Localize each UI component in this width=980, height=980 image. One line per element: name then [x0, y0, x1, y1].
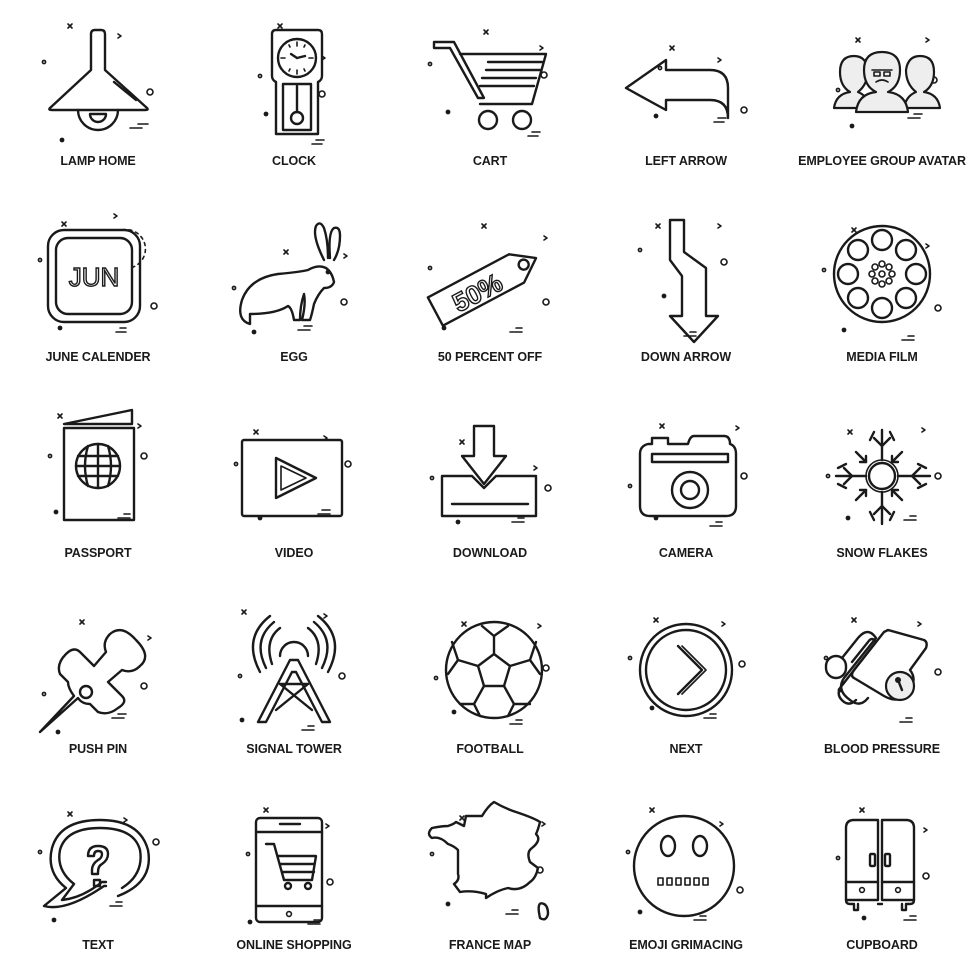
- icon-label: FRANCE MAP: [448, 938, 532, 952]
- passport-icon: [47, 408, 148, 522]
- blood-pressure-icon: [823, 617, 942, 723]
- icon-label: ONLINE SHOPPING: [236, 938, 352, 952]
- icon-cell-video: VIDEO: [196, 392, 392, 588]
- icon-cell-down-arrow: DOWN ARROW: [588, 196, 784, 392]
- icon-label: NEXT: [669, 742, 703, 756]
- icon-label: EMPLOYEE GROUP AVATAR: [798, 154, 966, 168]
- icon-cell-lamp-home: LAMP HOME: [0, 0, 196, 196]
- icon-label: PASSPORT: [64, 546, 132, 560]
- grimacing-face-icon: [625, 807, 744, 921]
- icon-cell-egg: EGG: [196, 196, 392, 392]
- icon-label: DOWNLOAD: [452, 546, 528, 560]
- icon-label: 50 PERCENT OFF: [437, 350, 543, 364]
- icon-label: BLOOD PRESSURE: [824, 742, 940, 756]
- icon-grid: LAMP HOME CLOCK CART LEFT ARROW EMPLOYEE…: [0, 0, 980, 980]
- icon-label: CUPBOARD: [846, 938, 918, 952]
- france-map-icon: [427, 800, 550, 921]
- teeth-icon: [657, 877, 709, 886]
- down-arrow-icon: [637, 218, 728, 344]
- icon-label: PUSH PIN: [68, 742, 128, 756]
- icon-cell-left-arrow: LEFT ARROW: [588, 0, 784, 196]
- icon-label: EGG: [280, 350, 308, 364]
- video-play-icon: [233, 429, 352, 521]
- pendulum-clock-icon: [257, 23, 326, 145]
- icon-cell-snow-flakes: SNOW FLAKES: [784, 392, 980, 588]
- football-icon: [433, 620, 550, 725]
- lamp-icon: [41, 23, 154, 143]
- icon-cell-cart: CART: [392, 0, 588, 196]
- mobile-cart-icon: [245, 807, 334, 925]
- june-calendar-icon: JUN: [37, 213, 158, 333]
- film-reel-icon: [821, 224, 942, 341]
- question-speech-bubble-icon: [37, 811, 160, 923]
- icon-cell-employee-group: EMPLOYEE GROUP AVATAR: [784, 0, 980, 196]
- icon-cell-cupboard: CUPBOARD: [784, 784, 980, 980]
- push-pin-icon: [38, 619, 152, 735]
- icon-label: SIGNAL TOWER: [246, 742, 342, 756]
- icon-cell-blood-pressure: BLOOD PRESSURE: [784, 588, 980, 784]
- icon-label: LAMP HOME: [60, 154, 136, 168]
- icon-cell-passport: PASSPORT: [0, 392, 196, 588]
- icon-label: CLOCK: [272, 154, 316, 168]
- shopping-cart-icon: [427, 29, 548, 137]
- icon-label: FOOTBALL: [456, 742, 524, 756]
- icon-cell-camera: CAMERA: [588, 392, 784, 588]
- employee-group-icon: [832, 37, 942, 129]
- snowflake-icon: [825, 427, 942, 526]
- icon-label: VIDEO: [274, 546, 314, 560]
- download-icon: [429, 424, 552, 525]
- sparkle-decoration-icon: [41, 23, 154, 143]
- icon-cell-football: FOOTBALL: [392, 588, 588, 784]
- rabbit-icon: [231, 222, 348, 335]
- icon-label: JUNE CALENDER: [45, 350, 151, 364]
- icon-cell-text: TEXT: [0, 784, 196, 980]
- icon-cell-emoji-grimacing: EMOJI GRIMACING: [588, 784, 784, 980]
- icon-label: CAMERA: [658, 546, 714, 560]
- icon-label: CART: [472, 154, 508, 168]
- icon-cell-online-shopping: ONLINE SHOPPING: [196, 784, 392, 980]
- icon-label: SNOW FLAKES: [836, 546, 928, 560]
- discount-text: 50%: [447, 267, 507, 318]
- icon-cell-june-calendar: JUN JUNE CALENDER: [0, 196, 196, 392]
- left-arrow-icon: [624, 45, 748, 123]
- icon-cell-push-pin: PUSH PIN: [0, 588, 196, 784]
- icon-label: LEFT ARROW: [645, 154, 727, 168]
- icon-label: MEDIA FILM: [846, 350, 918, 364]
- icon-cell-download: DOWNLOAD: [392, 392, 588, 588]
- icon-cell-france-map: FRANCE MAP: [392, 784, 588, 980]
- icon-cell-clock: CLOCK: [196, 0, 392, 196]
- icon-cell-50-percent-off: 50% 50 PERCENT OFF: [392, 196, 588, 392]
- cupboard-icon: [835, 807, 930, 921]
- camera-icon: [627, 423, 748, 527]
- month-text: JUN: [69, 262, 120, 292]
- icon-cell-signal-tower: SIGNAL TOWER: [196, 588, 392, 784]
- signal-tower-icon: [237, 609, 346, 731]
- icon-label: EMOJI GRIMACING: [629, 938, 743, 952]
- next-chevron-icon: [627, 617, 746, 719]
- discount-tag-icon: 50%: [426, 223, 550, 333]
- icon-label: TEXT: [82, 938, 114, 952]
- icon-label: DOWN ARROW: [640, 350, 732, 364]
- icon-cell-next: NEXT: [588, 588, 784, 784]
- icon-cell-media-film: MEDIA FILM: [784, 196, 980, 392]
